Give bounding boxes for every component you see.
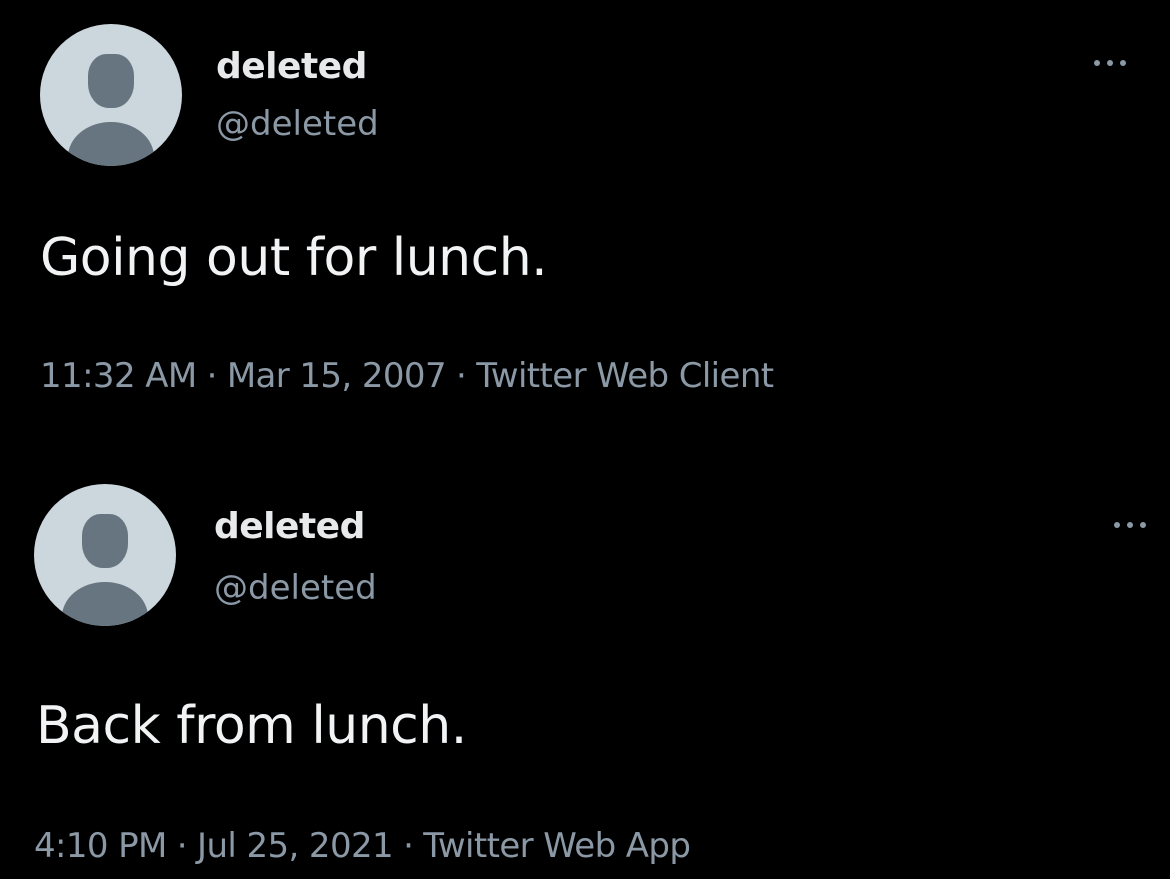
display-name[interactable]: deleted	[216, 46, 367, 87]
tweet-date[interactable]: Jul 25, 2021	[197, 826, 394, 866]
separator: ·	[403, 826, 414, 866]
display-name[interactable]: deleted	[214, 506, 365, 547]
dot	[1127, 522, 1133, 528]
user-handle[interactable]: @deleted	[216, 104, 379, 144]
dot	[1094, 60, 1100, 66]
tweet-source: Twitter Web App	[423, 826, 691, 866]
tweet-text: Going out for lunch.	[40, 228, 548, 288]
tweet-text: Back from lunch.	[36, 696, 467, 756]
avatar-head-shape	[82, 514, 128, 568]
tweet-time[interactable]: 4:10 PM	[34, 826, 167, 866]
tweet-card[interactable]: deleted @deleted Going out for lunch. 11…	[0, 0, 1170, 440]
dot	[1114, 522, 1120, 528]
avatar-shoulders-shape	[68, 122, 154, 166]
separator: ·	[176, 826, 188, 866]
tweet-time[interactable]: 11:32 AM	[40, 356, 197, 396]
avatar-head-shape	[88, 54, 134, 108]
separator: ·	[206, 356, 218, 396]
user-handle[interactable]: @deleted	[214, 568, 377, 608]
tweet-date[interactable]: Mar 15, 2007	[227, 356, 447, 396]
dot	[1140, 522, 1146, 528]
more-horizontal-icon[interactable]	[1090, 56, 1130, 70]
tweet-metadata: 11:32 AM · Mar 15, 2007 · Twitter Web Client	[40, 356, 774, 396]
default-profile-icon[interactable]	[40, 24, 182, 166]
dot	[1120, 60, 1126, 66]
tweet-source: Twitter Web Client	[476, 356, 774, 396]
separator: ·	[455, 356, 467, 396]
avatar-shoulders-shape	[62, 582, 148, 626]
dot	[1107, 60, 1113, 66]
tweet-card[interactable]: deleted @deleted Back from lunch. 4:10 P…	[0, 460, 1170, 879]
default-profile-icon[interactable]	[34, 484, 176, 626]
tweet-metadata: 4:10 PM · Jul 25, 2021 · Twitter Web App	[34, 826, 691, 866]
more-horizontal-icon[interactable]	[1110, 518, 1150, 532]
